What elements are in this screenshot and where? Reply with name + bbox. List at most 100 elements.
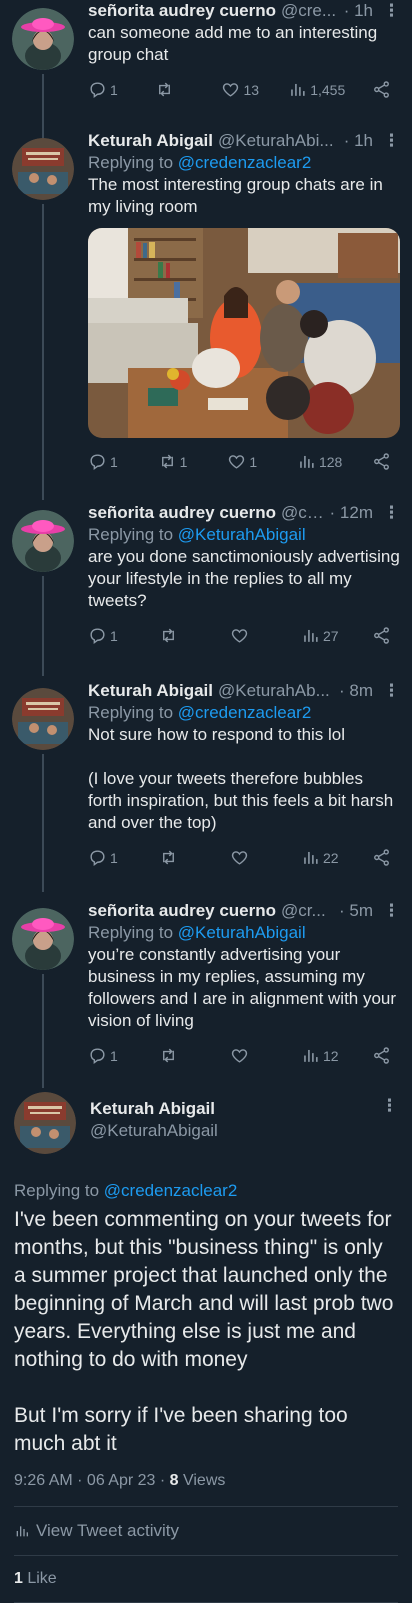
reply-mention-link[interactable]: @credenzaclear2 (104, 1181, 238, 1200)
tweet-time[interactable]: · 1h (344, 0, 373, 22)
likes-summary[interactable]: 1 Like (14, 1556, 398, 1602)
author-name[interactable]: Keturah Abigail (88, 130, 213, 152)
author-handle[interactable]: @KeturahAbigail (90, 1120, 381, 1142)
author-name[interactable]: Keturah Abigail (88, 680, 213, 702)
share-icon (374, 1047, 389, 1064)
more-icon[interactable]: ⋮ (383, 680, 400, 702)
reply-button[interactable]: 1 (88, 626, 128, 645)
views-button[interactable]: 12 (301, 1046, 341, 1065)
more-icon[interactable]: ⋮ (383, 0, 400, 22)
share-icon (374, 453, 389, 470)
more-icon[interactable]: ⋮ (383, 130, 400, 152)
tweet-text: Not sure how to respond to this lol (I l… (88, 725, 394, 832)
tweet-photo[interactable] (88, 228, 400, 438)
replying-to: Replying to @credenzaclear2 (88, 153, 312, 172)
author-handle[interactable]: @KeturahAbi... (218, 130, 340, 152)
tweet[interactable]: señorita audrey cuerno @cr... · 12m ⋮ Re… (0, 502, 412, 676)
reply-count: 1 (110, 453, 118, 470)
view-tweet-activity-link[interactable]: View Tweet activity (14, 1507, 398, 1555)
reply-mention-link[interactable]: @credenzaclear2 (178, 153, 312, 172)
like-button[interactable] (230, 1046, 270, 1065)
tweet-timestamp[interactable]: 9:26 AM · 06 Apr 23 · (14, 1472, 170, 1489)
tweet[interactable]: Keturah Abigail @KeturahAbi... · 1h ⋮ Re… (0, 124, 412, 500)
avatar[interactable] (14, 1092, 76, 1154)
retweet-button[interactable] (159, 1046, 199, 1065)
author-handle[interactable]: @cr... (281, 900, 335, 922)
views-count: 128 (318, 453, 343, 470)
tweet[interactable]: señorita audrey cuerno @cre... · 1h ⋮ ca… (0, 0, 412, 134)
author-name[interactable]: señorita audrey cuerno (88, 0, 276, 22)
views-button[interactable]: 1,455 (288, 80, 345, 99)
replying-to: Replying to @KeturahAbigail (88, 525, 306, 544)
replying-to: Replying to @credenzaclear2 (14, 1181, 238, 1200)
share-button[interactable] (372, 848, 392, 867)
tweet-time[interactable]: · 12m (330, 502, 373, 524)
views-button[interactable]: 27 (301, 626, 341, 645)
retweet-button[interactable] (159, 848, 199, 867)
share-icon (374, 627, 389, 644)
author-name[interactable]: Keturah Abigail (90, 1098, 381, 1120)
more-icon[interactable]: ⋮ (383, 900, 400, 922)
reply-button[interactable]: 1 (88, 452, 128, 471)
like-button[interactable] (230, 848, 270, 867)
reply-icon (90, 1048, 105, 1065)
retweet-icon (163, 1048, 174, 1063)
tweet-actions: 1 27 (88, 626, 400, 645)
avatar[interactable] (12, 908, 74, 970)
heart-icon (231, 1049, 248, 1063)
retweet-button[interactable] (155, 80, 195, 99)
retweet-button[interactable]: 1 (158, 452, 198, 471)
replying-to: Replying to @KeturahAbigail (88, 923, 306, 942)
author-handle[interactable]: @cr... (281, 502, 326, 524)
like-button[interactable]: 13 (221, 80, 261, 99)
tweet[interactable]: Keturah Abigail @KeturahAb... · 8m ⋮ Rep… (0, 680, 412, 892)
tweet-actions: 1 1 1 128 (88, 452, 400, 471)
reply-button[interactable]: 1 (88, 80, 128, 99)
like-button[interactable] (230, 626, 270, 645)
reply-button[interactable]: 1 (88, 848, 128, 867)
retweet-icon (163, 628, 174, 643)
retweet-count: 1 (179, 453, 188, 470)
retweet-button[interactable] (159, 626, 199, 645)
avatar[interactable] (12, 8, 74, 70)
avatar[interactable] (12, 688, 74, 750)
heart-icon (231, 629, 248, 643)
retweet-icon (163, 850, 174, 865)
heart-icon (223, 83, 239, 97)
tweet-actions: 1 22 (88, 848, 400, 867)
reply-count: 1 (110, 627, 118, 644)
tweet-time[interactable]: · 1h (344, 130, 373, 152)
share-button[interactable] (372, 1046, 392, 1065)
reply-mention-link[interactable]: @KeturahAbigail (178, 923, 306, 942)
like-button[interactable]: 1 (227, 452, 267, 471)
views-button[interactable]: 22 (301, 848, 341, 867)
avatar[interactable] (12, 138, 74, 200)
share-icon (374, 81, 389, 98)
views-button[interactable]: 128 (297, 452, 342, 471)
heart-icon (229, 455, 245, 469)
reply-mention-link[interactable]: @KeturahAbigail (178, 525, 306, 544)
tweet[interactable]: señorita audrey cuerno @cr... · 5m ⋮ Rep… (0, 900, 412, 1088)
reply-button[interactable]: 1 (88, 1046, 128, 1065)
tweet-time[interactable]: · 5m (339, 900, 373, 922)
avatar[interactable] (12, 510, 74, 572)
more-icon[interactable]: ⋮ (381, 1096, 398, 1116)
views-icon (291, 83, 305, 96)
tweet-time[interactable]: · 8m (339, 680, 373, 702)
author-name[interactable]: señorita audrey cuerno (88, 900, 276, 922)
views-label: Views (178, 1472, 226, 1489)
author-name[interactable]: señorita audrey cuerno (88, 502, 276, 524)
author-handle[interactable]: @KeturahAb... (218, 680, 335, 702)
views-count: 8 (169, 1472, 179, 1489)
analytics-icon (16, 1526, 28, 1537)
share-button[interactable] (372, 452, 392, 471)
more-icon[interactable]: ⋮ (383, 502, 400, 524)
tweet-meta: 9:26 AM · 06 Apr 23 · 8 Views (14, 1472, 398, 1490)
author-handle[interactable]: @cre... (281, 0, 340, 22)
reply-mention-link[interactable]: @credenzaclear2 (178, 703, 312, 722)
retweet-icon (161, 454, 173, 469)
reply-icon (90, 850, 105, 867)
share-button[interactable] (372, 80, 392, 99)
views-count: 27 (323, 627, 339, 644)
share-button[interactable] (372, 626, 392, 645)
